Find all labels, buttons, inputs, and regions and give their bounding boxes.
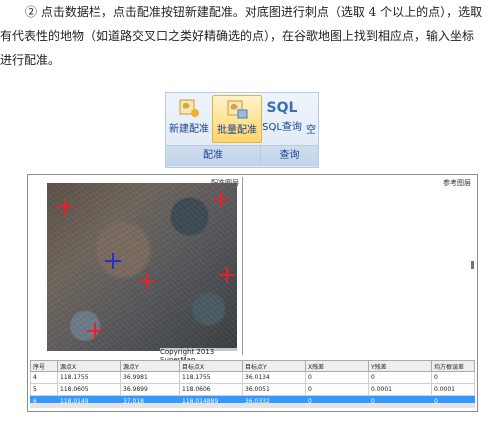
- table-cell: 118.1755: [179, 371, 243, 384]
- instruction-line-2: 有代表性的地物（如道路交叉口之类好精确选的点），在谷歌地图上找到相应点，输入坐标: [0, 29, 475, 43]
- ribbon-toolbar: 新建配准 批量配准 SQL SQL查询 空 配准 查询: [165, 92, 319, 168]
- new-align-icon: [179, 99, 199, 117]
- control-point-marker[interactable]: [57, 199, 73, 215]
- table-cell: 36.0051: [242, 383, 306, 396]
- col-header[interactable]: 源点X: [57, 360, 121, 372]
- sql-icon: SQL: [266, 100, 298, 116]
- group-query-label: 查询: [261, 145, 318, 166]
- table-cell: 36.9981: [120, 371, 180, 384]
- table-cell: 4: [30, 371, 58, 384]
- horizontal-scrollbar[interactable]: [30, 403, 475, 408]
- reference-layer-pane[interactable]: 参考图层: [244, 177, 474, 355]
- table-cell: 0: [431, 371, 475, 384]
- col-header[interactable]: 序号: [30, 360, 58, 372]
- table-cell: 0.0001: [431, 383, 475, 396]
- table-row[interactable]: 5 118.0605 36.9899 118.0606 36.0051 0 0.…: [30, 383, 475, 396]
- table-cell: 5: [30, 383, 58, 396]
- col-header[interactable]: 源点Y: [120, 360, 180, 372]
- control-point-marker-selected[interactable]: [105, 253, 121, 269]
- sql-query-button[interactable]: SQL SQL查询: [262, 95, 302, 141]
- col-header[interactable]: 目标点Y: [242, 360, 306, 372]
- col-header[interactable]: 目标点X: [179, 360, 243, 372]
- col-header[interactable]: Y残差: [368, 360, 432, 372]
- instruction-line-3: 进行配准。: [0, 53, 61, 67]
- table-cell: 0: [368, 371, 432, 384]
- table-cell: 36.0134: [242, 371, 306, 384]
- satellite-map[interactable]: [47, 183, 237, 351]
- table-header-row: 序号 源点X 源点Y 目标点X 目标点Y X残差 Y残差 均方根误差: [30, 360, 475, 372]
- group-align-label: 配准: [166, 145, 261, 166]
- control-point-marker[interactable]: [87, 323, 103, 339]
- table-cell: 118.0605: [57, 383, 121, 396]
- more-label: 空: [306, 125, 316, 136]
- pane-resize-handle[interactable]: [471, 261, 474, 269]
- new-align-button[interactable]: 新建配准: [166, 95, 212, 141]
- control-point-marker[interactable]: [139, 273, 155, 289]
- col-header[interactable]: 均方根误差: [431, 360, 475, 372]
- control-points-table: 序号 源点X 源点Y 目标点X 目标点Y X残差 Y残差 均方根误差 4 118…: [30, 360, 475, 408]
- table-cell: 0: [305, 371, 369, 384]
- reference-layer-title: 参考图层: [443, 179, 471, 187]
- batch-align-icon: [227, 100, 248, 119]
- align-layer-pane[interactable]: 配准图层 Copyright 2013 SuperMap: [30, 177, 243, 364]
- col-header[interactable]: X残差: [305, 360, 369, 372]
- table-cell: 0: [305, 383, 369, 396]
- table-cell: 0.0001: [368, 383, 432, 396]
- control-point-marker[interactable]: [213, 191, 229, 207]
- registration-window: 配准图层 Copyright 2013 SuperMap 参考图层 序号 源点X…: [27, 174, 478, 412]
- map-texture: [47, 183, 237, 351]
- batch-align-label: 批量配准: [217, 125, 257, 136]
- batch-align-button[interactable]: 批量配准: [212, 95, 262, 143]
- table-row[interactable]: 4 118.1755 36.9981 118.1755 36.0134 0 0 …: [30, 371, 475, 384]
- instruction-line-1: ② 点击数据栏，点击配准按钮新建配准。对底图进行刺点（选取 4 个以上的点），选…: [25, 5, 483, 19]
- table-cell: 118.0606: [179, 383, 243, 396]
- sql-query-label: SQL查询: [262, 122, 302, 133]
- table-cell: 36.9899: [120, 383, 180, 396]
- control-point-marker[interactable]: [219, 267, 235, 283]
- table-cell: 118.1755: [57, 371, 121, 384]
- new-align-label: 新建配准: [169, 124, 209, 135]
